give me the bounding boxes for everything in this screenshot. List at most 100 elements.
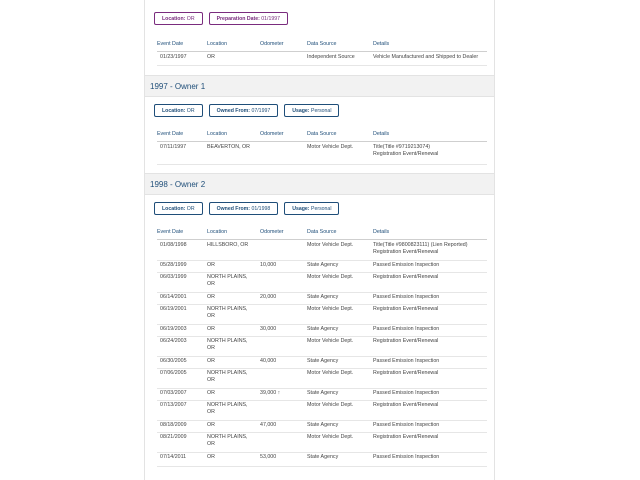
event-date-cell: 01/08/1998 (160, 242, 187, 248)
event-date-cell: 06/14/2001 (160, 294, 187, 300)
location-cell: NORTH PLAINS, OR (207, 274, 248, 287)
table-header: Event Date Location Odometer Data Source… (157, 226, 487, 240)
details-line: Registration Event/Renewal (373, 306, 439, 312)
details-cell: Registration Event/Renewal (373, 370, 487, 377)
section-header-owner1[interactable]: 1997 - Owner 1 (144, 75, 495, 97)
details-cell: Passed Emission Inspection (373, 422, 487, 429)
data-source-cell: State Agency (307, 294, 339, 300)
table-row: 07/14/2011 OR 53,000 State Agency Passed Emi… (157, 452, 487, 467)
event-date-cell: 07/06/2005 (160, 370, 187, 376)
data-source-cell: Motor Vehicle Dept. (307, 242, 354, 248)
event-date-cell: 07/13/2007 (160, 402, 187, 408)
location-cell: HILLSBORO, OR (207, 242, 249, 248)
data-source-cell: Motor Vehicle Dept. (307, 434, 354, 440)
details-cell: Registration Event/Renewal (373, 306, 487, 313)
details-cell: Passed Emission Inspection (373, 326, 487, 333)
usage-chip: Usage: Personal (284, 202, 340, 215)
table-header: Event Date Location Odometer Data Source… (157, 128, 487, 142)
details-line: Registration Event/Renewal (373, 248, 439, 255)
event-date-cell: 07/03/2007 (160, 390, 187, 396)
details-line: Registration Event/Renewal (373, 338, 439, 344)
location-cell: OR (207, 454, 215, 460)
location-cell: OR (207, 262, 215, 268)
section-title: 1997 - Owner 1 (150, 82, 206, 91)
location-cell: OR (207, 358, 215, 364)
details-line: Passed Emission Inspection (373, 358, 440, 364)
odometer-cell: 30,000 (260, 326, 277, 332)
data-source-cell: State Agency (307, 422, 339, 428)
details-cell: Vehicle Manufactured and Shipped to Deal… (373, 54, 487, 61)
data-source-cell: State Agency (307, 262, 339, 268)
event-date-cell: 08/18/2009 (160, 422, 187, 428)
details-cell: Passed Emission Inspection (373, 454, 487, 461)
details-cell: Title(Title #9800823111) (Lien Reported)… (373, 242, 487, 255)
details-line: Registration Event/Renewal (373, 370, 439, 376)
chips-section1: Location: OR Owned From: 07/1997 Usage: … (154, 104, 340, 117)
table-row: 06/24/2003 NORTH PLAINS, OR Motor Vehicle … (157, 336, 487, 357)
data-source-cell: Motor Vehicle Dept. (307, 306, 354, 312)
preparation-date-chip: Preparation Date: 01/1997 (208, 12, 289, 25)
event-date-cell: 06/30/2005 (160, 358, 187, 364)
details-cell: Passed Emission Inspection (373, 390, 487, 397)
chips-section0: Location: OR Preparation Date: 01/1997 (154, 12, 289, 25)
location-cell: NORTH PLAINS, OR (207, 338, 248, 351)
location-chip: Location: OR (154, 12, 203, 25)
data-source-cell: Motor Vehicle Dept. (307, 144, 354, 150)
data-source-cell: State Agency (307, 390, 339, 396)
event-date-cell: 07/14/2011 (160, 454, 187, 460)
event-date-cell: 06/19/2001 (160, 306, 187, 312)
details-line: Registration Event/Renewal (373, 150, 439, 157)
odometer-cell: 53,000 (260, 454, 277, 460)
data-source-cell: Motor Vehicle Dept. (307, 338, 354, 344)
data-source-cell: Motor Vehicle Dept. (307, 402, 354, 408)
event-date-cell: 07/11/1997 (160, 144, 187, 150)
details-line: Passed Emission Inspection (373, 294, 440, 300)
details-line: Registration Event/Renewal (373, 274, 439, 280)
event-date-cell: 08/21/2009 (160, 434, 187, 440)
table-row: 07/06/2005 NORTH PLAINS, OR Motor Vehicle … (157, 368, 487, 389)
details-line: Passed Emission Inspection (373, 262, 440, 268)
event-date-cell: 01/23/1997 (160, 54, 187, 60)
details-line: Registration Event/Renewal (373, 402, 439, 408)
table-row: 06/19/2001 NORTH PLAINS, OR Motor Vehicle … (157, 304, 487, 325)
odometer-cell: 10,000 (260, 262, 277, 268)
details-cell: Passed Emission Inspection (373, 262, 487, 269)
table-row: 01/08/1998 HILLSBORO, OR Motor Vehicle Dep… (157, 240, 487, 261)
data-source-cell: State Agency (307, 454, 339, 460)
event-date-cell: 06/24/2003 (160, 338, 187, 344)
data-source-cell: Motor Vehicle Dept. (307, 370, 354, 376)
section-header-owner2[interactable]: 1998 - Owner 2 (144, 173, 495, 195)
event-date-cell: 06/19/2003 (160, 326, 187, 332)
table-header: Event Date Location Odometer Data Source… (157, 38, 487, 52)
location-cell: NORTH PLAINS, OR (207, 370, 248, 383)
data-source-cell: State Agency (307, 358, 339, 364)
location-cell: OR (207, 422, 215, 428)
details-cell: Registration Event/Renewal (373, 434, 487, 441)
details-cell: Registration Event/Renewal (373, 402, 487, 409)
details-cell: Registration Event/Renewal (373, 274, 487, 281)
location-cell: OR (207, 326, 215, 332)
details-line: Registration Event/Renewal (373, 434, 439, 440)
location-cell: NORTH PLAINS, OR (207, 402, 248, 415)
details-cell: Title(Title #9719213074) Registration Eve… (373, 144, 487, 157)
chips-section2: Location: OR Owned From: 01/1998 Usage: … (154, 202, 340, 215)
details-cell: Passed Emission Inspection (373, 294, 487, 301)
details-line: Passed Emission Inspection (373, 390, 440, 396)
event-date-cell: 05/28/1999 (160, 262, 187, 268)
odometer-cell: 39,000 ↑ (260, 390, 281, 396)
location-cell: NORTH PLAINS, OR (207, 306, 248, 319)
owned-from-chip: Owned From: 01/1998 (208, 202, 279, 215)
location-cell: OR (207, 294, 215, 300)
data-source-cell: State Agency (307, 326, 339, 332)
location-chip: Location: OR (154, 202, 203, 215)
details-cell: Registration Event/Renewal (373, 338, 487, 345)
table-row: 08/21/2009 NORTH PLAINS, OR Motor Vehicle … (157, 432, 487, 453)
vehicle-history-report: 1997 - Owner 1 1998 - Owner 2 Location: … (0, 0, 640, 480)
location-chip: Location: OR (154, 104, 203, 117)
owned-from-chip: Owned From: 07/1997 (208, 104, 279, 117)
table-row: 01/23/1997 OR Independent Source Vehicle Ma… (157, 52, 487, 66)
table-row: 07/13/2007 NORTH PLAINS, OR Motor Vehicle … (157, 400, 487, 421)
location-cell: BEAVERTON, OR (207, 144, 250, 150)
table-row: 07/11/1997 BEAVERTON, OR Motor Vehicle Dep… (157, 142, 487, 165)
usage-chip: Usage: Personal (284, 104, 340, 117)
